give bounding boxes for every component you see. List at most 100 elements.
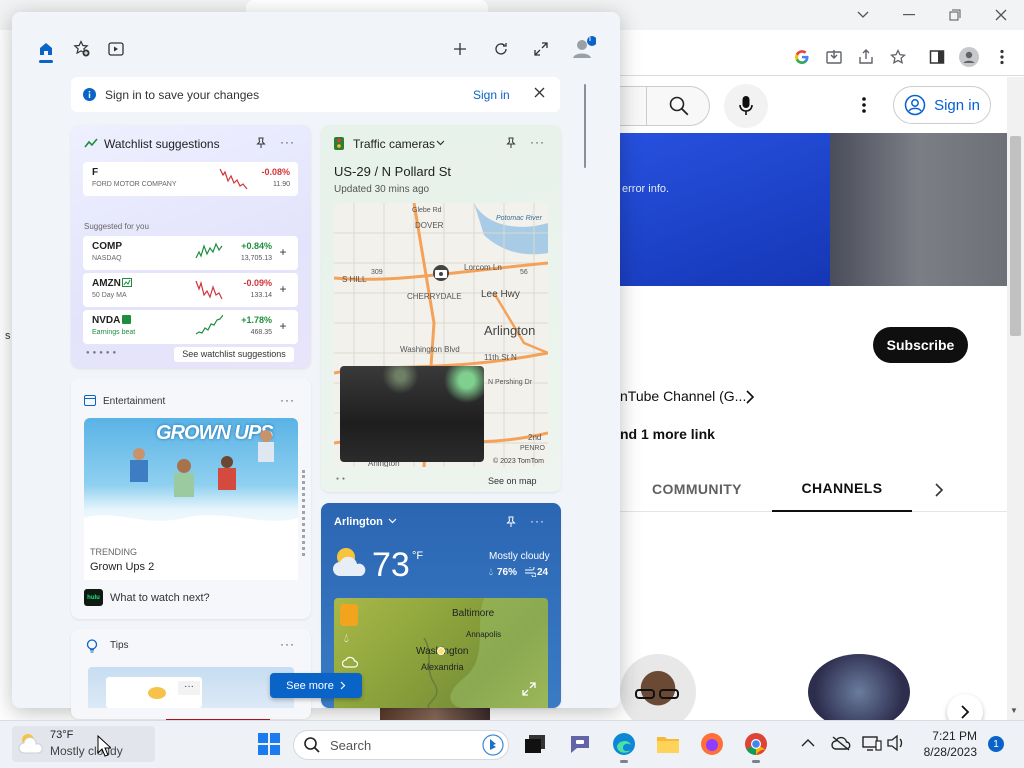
search-icon[interactable] xyxy=(646,87,710,125)
movie-title: Grown Ups 2 xyxy=(90,561,155,573)
restore-icon[interactable] xyxy=(932,0,978,30)
what-to-watch-link[interactable]: What to watch next? xyxy=(110,592,210,604)
see-more-label: See more xyxy=(286,679,334,692)
card-resize-handle[interactable] xyxy=(302,470,306,556)
microphone-icon[interactable] xyxy=(724,84,768,128)
youtube-signin-button[interactable]: Sign in xyxy=(893,86,991,124)
windows-start-icon[interactable] xyxy=(255,730,283,758)
tips-image[interactable]: ··· xyxy=(88,667,294,708)
add-widget-icon[interactable] xyxy=(447,38,473,60)
chevron-down-icon[interactable] xyxy=(840,0,886,30)
map-label: Annapolis xyxy=(466,630,502,639)
chevron-right-icon xyxy=(340,681,346,690)
cloud-layer-icon[interactable] xyxy=(342,656,358,668)
more-links[interactable]: nd 1 more link xyxy=(620,426,715,442)
edge-icon[interactable] xyxy=(610,730,638,758)
more-options-icon[interactable]: ··· xyxy=(530,135,545,149)
chevron-down-icon[interactable] xyxy=(436,140,445,146)
map-label: Baltimore xyxy=(452,608,495,619)
pin-icon[interactable] xyxy=(505,137,517,149)
expand-map-icon[interactable] xyxy=(522,682,536,696)
channel-avatar[interactable] xyxy=(620,654,696,730)
suggested-label: Suggested for you xyxy=(84,222,149,231)
tab-community[interactable]: COMMUNITY xyxy=(652,466,742,512)
temperature-layer-icon[interactable] xyxy=(340,604,358,626)
chrome-icon[interactable] xyxy=(742,730,770,758)
tabs-next-icon[interactable] xyxy=(934,482,944,498)
movie-info[interactable] xyxy=(84,540,298,580)
channel-avatar[interactable] xyxy=(808,654,910,730)
file-explorer-icon[interactable] xyxy=(654,730,682,758)
stock-row[interactable]: NVDA Earnings beat +1.78% 468.35 + xyxy=(83,310,298,344)
video-icon[interactable] xyxy=(103,38,129,60)
close-icon[interactable] xyxy=(534,87,545,98)
bookmark-star-icon[interactable] xyxy=(887,46,909,68)
stock-row[interactable]: COMP NASDAQ +0.84% 13,705.13 + xyxy=(83,236,298,270)
precipitation-layer-icon[interactable]: 💧︎ xyxy=(344,631,349,646)
scrollbar-thumb[interactable] xyxy=(1010,136,1021,336)
tab-channels[interactable]: CHANNELS xyxy=(772,466,912,512)
refresh-icon[interactable] xyxy=(488,38,514,60)
pin-icon[interactable] xyxy=(255,137,267,149)
google-icon[interactable] xyxy=(791,46,813,68)
more-options-icon[interactable]: ··· xyxy=(530,514,545,528)
cloud-sync-icon[interactable] xyxy=(831,735,851,751)
see-more-button[interactable]: See more xyxy=(270,673,362,698)
star-add-icon[interactable] xyxy=(69,38,95,60)
profile-avatar-icon[interactable]: i xyxy=(570,36,596,60)
account-circle-icon xyxy=(904,94,926,116)
close-window-icon[interactable] xyxy=(978,0,1024,30)
carousel-dots[interactable]: ●●●●● xyxy=(86,350,119,356)
taskbar-search-box[interactable]: Search xyxy=(293,730,509,760)
pin-icon[interactable] xyxy=(505,516,517,528)
network-icon[interactable] xyxy=(862,735,882,751)
task-view-icon[interactable] xyxy=(521,730,549,758)
more-options-icon[interactable]: ··· xyxy=(280,393,295,407)
expand-icon[interactable] xyxy=(528,38,554,60)
home-icon[interactable] xyxy=(33,38,59,60)
stock-row[interactable]: F FORD MOTOR COMPANY -0.08% 11.90 xyxy=(83,162,298,196)
add-to-watchlist-icon[interactable]: + xyxy=(276,319,290,333)
share-icon[interactable] xyxy=(855,46,877,68)
add-to-watchlist-icon[interactable]: + xyxy=(276,282,290,296)
carousel-dots[interactable]: ●● xyxy=(336,476,348,482)
camera-icon[interactable] xyxy=(434,267,448,279)
scroll-down-icon[interactable]: ▼ xyxy=(1010,706,1018,715)
more-vert-icon[interactable] xyxy=(853,94,875,116)
movie-poster[interactable]: GROWN UPS xyxy=(84,418,298,540)
chevron-right-icon[interactable] xyxy=(745,389,755,405)
notification-badge[interactable]: 1 xyxy=(988,736,1004,752)
more-options-icon[interactable]: ··· xyxy=(280,135,295,149)
stock-change: +0.84% xyxy=(241,241,272,251)
side-panel-icon[interactable] xyxy=(926,46,948,68)
chrome-menu-icon[interactable] xyxy=(991,46,1013,68)
install-icon[interactable] xyxy=(823,46,845,68)
map-label: Glebe Rd xyxy=(412,207,442,214)
clock-time[interactable]: 7:21 PM xyxy=(925,729,977,743)
minimize-icon[interactable] xyxy=(886,0,932,30)
more-options-icon[interactable]: ··· xyxy=(280,637,295,651)
stock-symbol: AMZN xyxy=(92,278,121,289)
firefox-icon[interactable] xyxy=(698,730,726,758)
left-edge-text: s xyxy=(5,330,11,342)
stock-row[interactable]: AMZN 50 Day MA -0.09% 133.14 + xyxy=(83,273,298,307)
map-label: DOVER xyxy=(415,221,444,230)
see-on-map-link[interactable]: See on map xyxy=(488,476,537,486)
channel-link-text: nTube Channel (G... xyxy=(620,388,747,404)
traffic-camera-image[interactable] xyxy=(340,366,484,462)
see-watchlist-link[interactable]: See watchlist suggestions xyxy=(174,347,294,362)
traffic-map[interactable]: DOVER Potomac River S HILL Glebe Rd Lorc… xyxy=(334,203,548,467)
channel-link[interactable]: nTube Channel (G... xyxy=(620,388,746,404)
chevron-up-icon[interactable] xyxy=(801,738,815,747)
teams-chat-icon[interactable] xyxy=(566,730,594,758)
clock-date[interactable]: 8/28/2023 xyxy=(915,745,977,759)
profile-icon[interactable] xyxy=(958,46,980,68)
subscribe-button[interactable]: Subscribe xyxy=(873,327,968,363)
weather-map[interactable]: 💧︎ Baltimore Annapolis Washington Alexan… xyxy=(334,598,548,708)
panel-scrollbar[interactable] xyxy=(584,84,586,168)
volume-icon[interactable] xyxy=(887,735,905,751)
chevron-down-icon[interactable] xyxy=(388,518,397,524)
stock-price: 468.35 xyxy=(250,329,272,336)
add-to-watchlist-icon[interactable]: + xyxy=(276,245,290,259)
signin-link[interactable]: Sign in xyxy=(473,88,510,102)
